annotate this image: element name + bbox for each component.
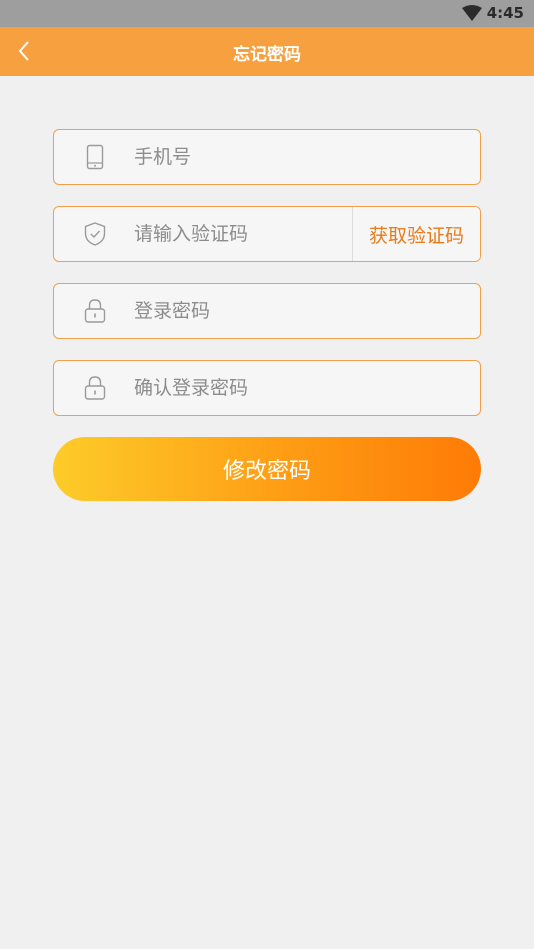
verification-code-field: 获取验证码 <box>53 206 481 262</box>
wifi-icon <box>462 5 482 21</box>
lock-icon <box>82 298 108 324</box>
page-title: 忘记密码 <box>233 45 301 65</box>
phone-field <box>53 129 481 185</box>
phone-input[interactable] <box>134 130 454 184</box>
status-bar: 4:45 <box>0 0 534 27</box>
password-field <box>53 283 481 339</box>
lock-icon <box>82 375 108 401</box>
shield-icon <box>82 221 108 247</box>
status-time: 4:45 <box>486 4 524 22</box>
app-bar: 忘记密码 <box>0 27 534 76</box>
change-password-button[interactable]: 修改密码 <box>53 437 481 501</box>
confirm-password-field <box>53 360 481 416</box>
confirm-password-input[interactable] <box>134 361 454 415</box>
phone-icon <box>82 144 108 170</box>
password-input[interactable] <box>134 284 454 338</box>
get-code-button[interactable]: 获取验证码 <box>352 207 480 261</box>
